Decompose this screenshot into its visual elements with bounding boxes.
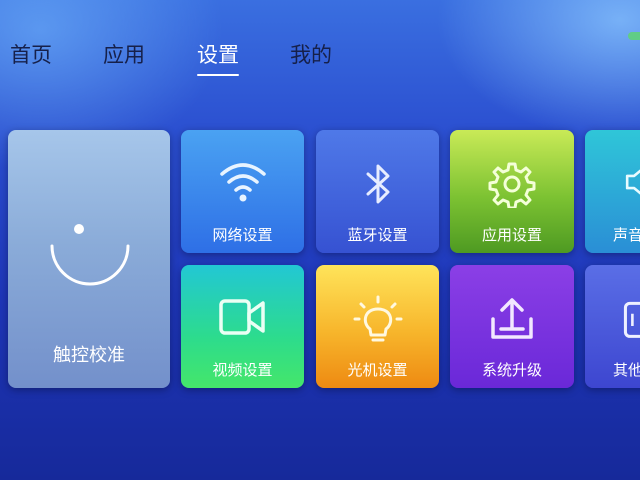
app-settings-tile[interactable]: 应用设置 <box>450 130 574 253</box>
device-icon <box>585 295 640 345</box>
touch-calibration-tile[interactable]: 触控校准 <box>8 130 170 388</box>
smile-face-icon <box>48 218 132 292</box>
system-upgrade-label: 系统升级 <box>481 361 542 379</box>
sound-settings-tile[interactable]: 声音 <box>585 130 640 253</box>
video-camera-icon <box>181 295 304 345</box>
gear-icon <box>450 160 574 210</box>
projector-settings-tile[interactable]: 光机设置 <box>316 265 439 388</box>
tab-mine-label: 我的 <box>290 43 332 67</box>
network-settings-label: 网络设置 <box>212 226 273 244</box>
video-settings-label: 视频设置 <box>212 361 273 379</box>
network-settings-tile[interactable]: 网络设置 <box>181 130 304 253</box>
wifi-icon <box>181 160 304 210</box>
video-settings-tile[interactable]: 视频设置 <box>181 265 304 388</box>
tab-home-label: 首页 <box>10 43 52 67</box>
upload-icon <box>450 295 574 345</box>
projector-settings-label: 光机设置 <box>347 361 408 379</box>
bluetooth-icon <box>316 160 439 210</box>
touch-calibration-label: 触控校准 <box>53 345 125 366</box>
other-settings-tile[interactable]: 其他 <box>585 265 640 388</box>
other-settings-label: 其他 <box>613 361 640 379</box>
tab-mine[interactable]: 我的 <box>290 40 332 70</box>
corner-indicator <box>628 32 640 40</box>
tab-home[interactable]: 首页 <box>10 40 52 70</box>
tab-settings-label: 设置 <box>197 43 239 67</box>
bluetooth-settings-tile[interactable]: 蓝牙设置 <box>316 130 439 253</box>
sound-settings-label: 声音 <box>613 226 640 244</box>
speaker-icon <box>585 160 640 210</box>
system-upgrade-tile[interactable]: 系统升级 <box>450 265 574 388</box>
tab-apps-label: 应用 <box>103 43 145 67</box>
tab-apps[interactable]: 应用 <box>103 40 145 70</box>
lightbulb-icon <box>316 295 439 345</box>
active-tab-underline <box>197 74 239 76</box>
bluetooth-settings-label: 蓝牙设置 <box>347 226 408 244</box>
tab-settings[interactable]: 设置 <box>197 40 239 76</box>
app-settings-label: 应用设置 <box>481 226 542 244</box>
